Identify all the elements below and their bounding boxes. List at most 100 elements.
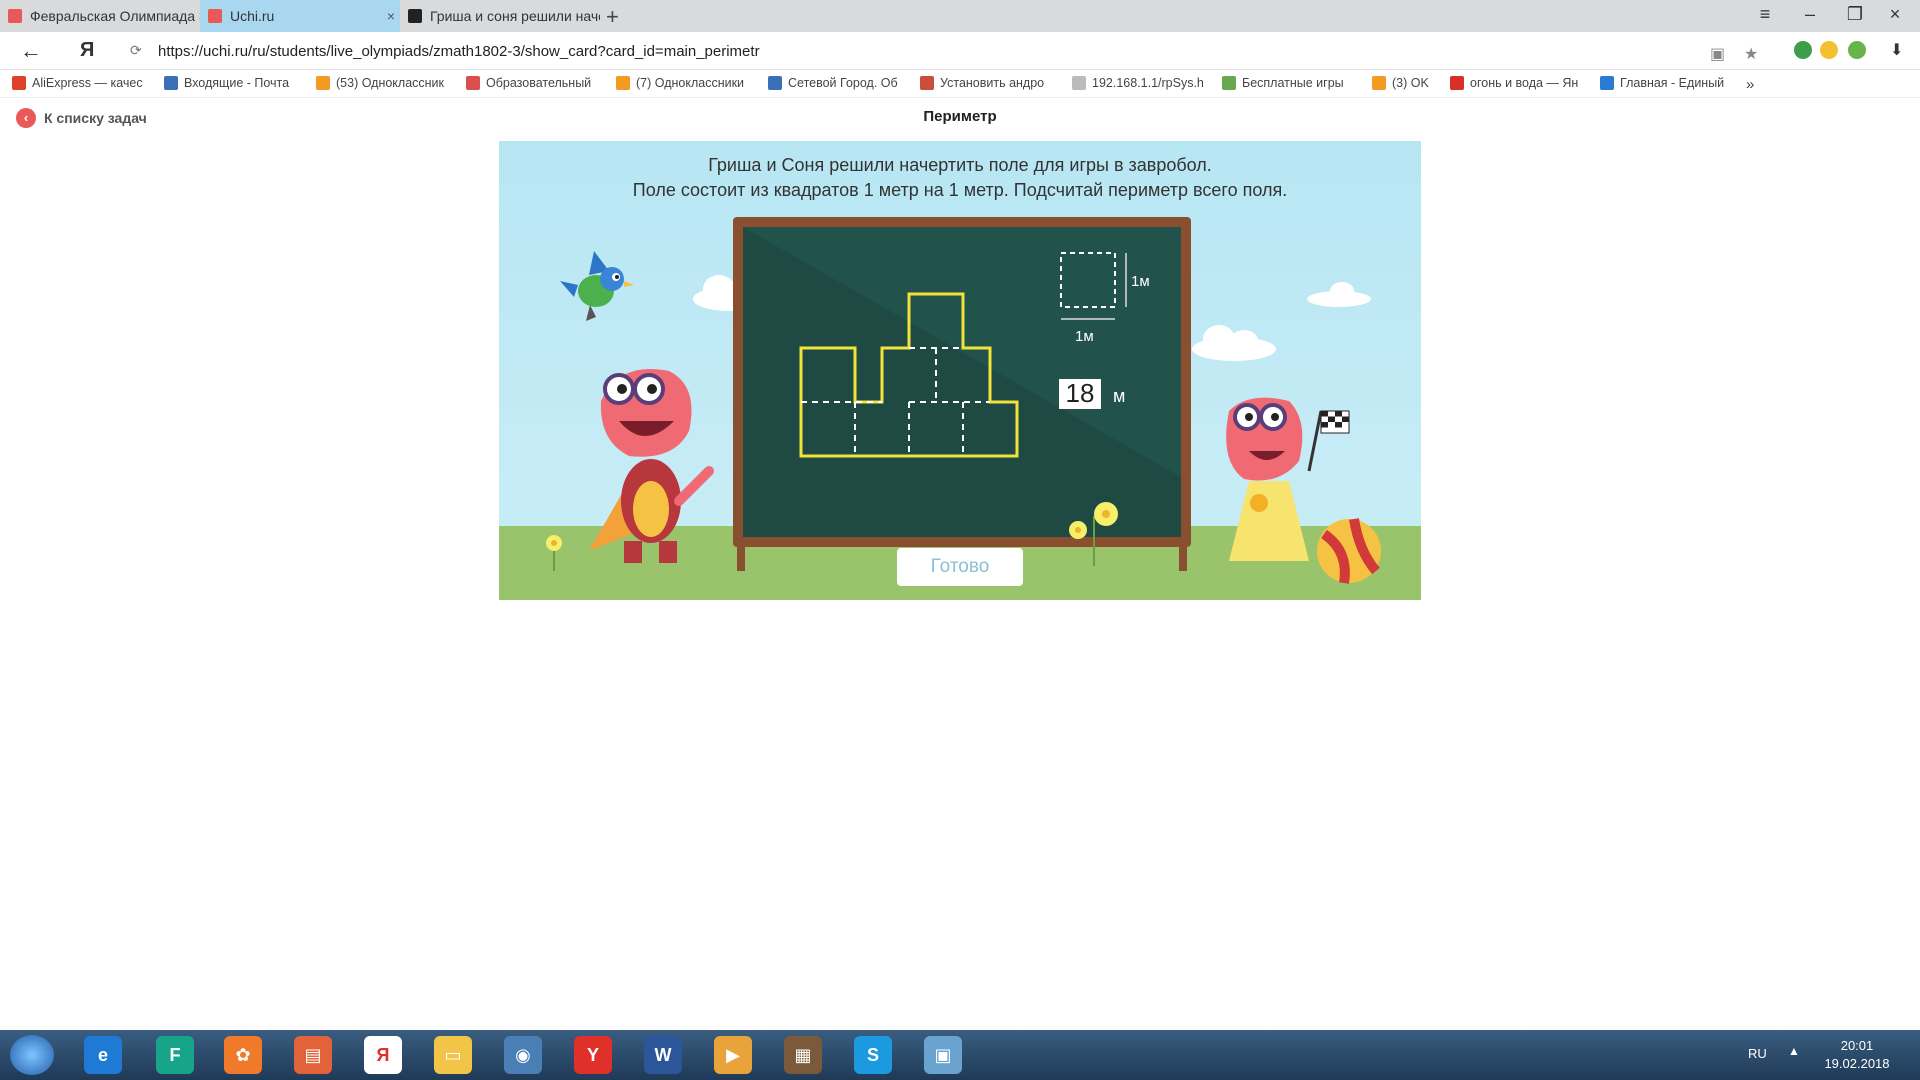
tab-olympiad[interactable]: Февральская Олимпиада З — [0, 0, 200, 32]
bookmark-icon — [466, 76, 480, 90]
bookmark-label: Главная - Единый — [1620, 76, 1725, 90]
address-bar: ← Я ⟳ https://uchi.ru/ru/students/live_o… — [0, 32, 1920, 70]
bookmark-games[interactable]: Бесплатные игры — [1222, 76, 1344, 90]
bookmark-ok-7[interactable]: (7) Одноклассники — [616, 76, 744, 90]
url-field[interactable]: ⟳ https://uchi.ru/ru/students/live_olymp… — [120, 36, 1760, 66]
flower-icon — [546, 535, 562, 571]
answer-unit-label: м — [1113, 386, 1125, 406]
answer-input[interactable]: 18 — [1066, 378, 1095, 408]
bookmark-label: Входящие - Почта — [184, 76, 290, 90]
bird-icon — [560, 251, 634, 321]
tab-question[interactable]: Гриша и соня решили наче — [400, 0, 600, 32]
yandex-browser-icon[interactable]: Y — [574, 1036, 612, 1074]
tray-expand-icon[interactable]: ▲ — [1788, 1044, 1800, 1058]
bookmark-label: 192.168.1.1/rpSys.h — [1092, 76, 1204, 90]
clock[interactable]: 20:01 19.02.2018 — [1812, 1037, 1902, 1073]
bookmark-label: AliExpress — качес — [32, 76, 143, 90]
ball-icon — [1317, 518, 1381, 584]
back-link-label: К списку задач — [44, 110, 147, 126]
question-line-2: Поле состоит из квадратов 1 метр на 1 ме… — [632, 180, 1288, 200]
done-button[interactable]: Готово — [897, 548, 1023, 586]
tab-uchi[interactable]: Uchi.ru × — [200, 0, 400, 32]
close-window-icon[interactable]: × — [1880, 4, 1910, 25]
yandex-app-icon[interactable]: Я — [364, 1036, 402, 1074]
uchi-favicon-icon — [208, 9, 222, 23]
bookmark-icon — [1372, 76, 1386, 90]
bookmark-icon — [768, 76, 782, 90]
restore-icon[interactable]: ❐ — [1840, 4, 1870, 25]
task-question: Гриша и Соня решили начертить поле для и… — [499, 153, 1421, 203]
app-free-icon[interactable]: F — [156, 1036, 194, 1074]
download-icon[interactable]: ⬇ — [1890, 40, 1903, 60]
bookmark-icon — [12, 76, 26, 90]
task-card: Гриша и Соня решили начертить поле для и… — [499, 141, 1421, 600]
bookmark-edu[interactable]: Образовательный — [466, 76, 591, 90]
tab-title: Uchi.ru — [230, 8, 275, 24]
browser-tab-bar: Февральская Олимпиада З Uchi.ru × Гриша … — [0, 0, 1920, 32]
bookmark-star-icon[interactable]: ★ — [1744, 44, 1758, 64]
clock-time: 20:01 — [1840, 1038, 1874, 1053]
dino-boy-icon — [589, 369, 714, 563]
page-title: Периметр — [923, 108, 997, 125]
bookmark-fire-water[interactable]: огонь и вода — Ян — [1450, 76, 1578, 90]
ie-icon[interactable]: e — [84, 1036, 122, 1074]
bookmark-label: Образовательный — [486, 76, 592, 90]
bookmark-icon — [164, 76, 178, 90]
office-app-icon[interactable]: ▤ — [294, 1036, 332, 1074]
bookmark-icon — [1600, 76, 1614, 90]
clock-date: 19.02.2018 — [1824, 1056, 1890, 1071]
bookmark-label: Сетевой Город. Об — [788, 76, 898, 90]
protect-icon[interactable]: ▣ — [1710, 44, 1725, 64]
picture-viewer-icon[interactable]: ▣ — [924, 1036, 962, 1074]
start-button-icon[interactable] — [10, 1035, 54, 1075]
bookmark-label: (3) OK — [1392, 76, 1429, 90]
bookmarks-more-button[interactable]: » — [1746, 76, 1754, 93]
extension-puzzle-icon[interactable] — [1848, 41, 1866, 59]
cloud-icon — [1307, 282, 1371, 307]
bookmark-router[interactable]: 192.168.1.1/rpSys.h — [1072, 76, 1204, 90]
url-text[interactable]: https://uchi.ru/ru/students/live_olympia… — [158, 43, 760, 60]
unit-bottom-label: 1м — [1075, 328, 1094, 345]
skype-icon[interactable]: S — [854, 1036, 892, 1074]
bookmark-ok-53[interactable]: (53) Одноклассник — [316, 76, 444, 90]
unit-side-label: 1м — [1131, 273, 1150, 290]
back-arrow-icon[interactable]: ← — [20, 38, 42, 64]
new-tab-button[interactable]: + — [606, 4, 619, 30]
extension-m-icon[interactable] — [1820, 41, 1838, 59]
bookmarks-bar: AliExpress — качес Входящие - Почта (53)… — [0, 70, 1920, 98]
bookmark-main[interactable]: Главная - Единый — [1600, 76, 1724, 90]
bookmark-label: Установить андро — [940, 76, 1045, 90]
video-icon[interactable]: ▶ — [714, 1036, 752, 1074]
bookmark-android[interactable]: Установить андро — [920, 76, 1044, 90]
media-player-icon[interactable]: ✿ — [224, 1036, 262, 1074]
bookmark-icon — [316, 76, 330, 90]
flower-icon — [1069, 502, 1118, 566]
word-icon[interactable]: W — [644, 1036, 682, 1074]
bookmark-icon — [1450, 76, 1464, 90]
bookmark-label: (53) Одноклассник — [336, 76, 445, 90]
chrome-icon[interactable]: ◉ — [504, 1036, 542, 1074]
bookmark-label: Бесплатные игры — [1242, 76, 1344, 90]
uchi-favicon-icon — [8, 9, 22, 23]
folder-icon[interactable]: ▭ — [434, 1036, 472, 1074]
question-line-1: Гриша и Соня решили начертить поле для и… — [708, 155, 1212, 175]
close-tab-icon[interactable]: × — [382, 8, 400, 24]
back-to-tasks-link[interactable]: ‹ К списку задач — [16, 108, 147, 128]
bookmark-school[interactable]: Сетевой Город. Об — [768, 76, 898, 90]
bookmark-icon — [920, 76, 934, 90]
bookmark-aliexpress[interactable]: AliExpress — качес — [12, 76, 143, 90]
taskbar: e F ✿ ▤ Я ▭ ◉ Y W ▶ ▦ S ▣ RU ▲ 20:01 19.… — [0, 1030, 1920, 1080]
menu-icon[interactable]: ≡ — [1750, 4, 1780, 25]
minimize-icon[interactable]: – — [1795, 4, 1825, 25]
chevron-left-icon: ‹ — [16, 108, 36, 128]
bookmark-ok-3[interactable]: (3) OK — [1372, 76, 1429, 90]
reload-icon[interactable]: ⟳ — [130, 42, 142, 59]
photo-icon[interactable]: ▦ — [784, 1036, 822, 1074]
extension-shield-icon[interactable] — [1794, 41, 1812, 59]
language-indicator[interactable]: RU — [1748, 1046, 1767, 1061]
bookmark-mail[interactable]: Входящие - Почта — [164, 76, 289, 90]
yandex-button[interactable]: Я — [80, 39, 94, 62]
tab-title: Гриша и соня решили наче — [430, 8, 600, 24]
bookmark-icon — [1222, 76, 1236, 90]
page-favicon-icon — [408, 9, 422, 23]
